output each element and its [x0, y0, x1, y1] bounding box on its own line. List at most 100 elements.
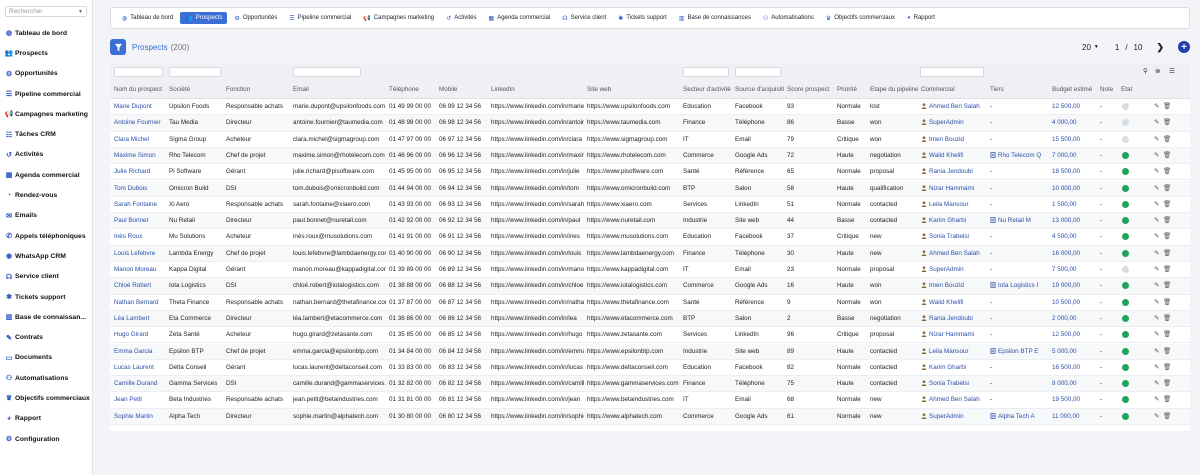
sidebar-item-6[interactable]: ↺ Activités — [0, 145, 92, 165]
tab-6[interactable]: ▦ Agenda commercial — [484, 12, 556, 24]
table-row[interactable]: Maxime Simon Rho Telecom Chef de projet max… — [110, 147, 1190, 165]
column-header-source[interactable]: Source d'acquisition — [735, 86, 784, 93]
cell-site[interactable]: https://www.gammaservices.com — [587, 380, 680, 387]
trash-icon[interactable]: 🗑 — [1163, 314, 1171, 322]
cell-linkedin[interactable]: https://www.linkedin.com/in/chloe — [491, 282, 584, 289]
table-row[interactable]: Clara Michel Sigma Group Acheteur clara.mic… — [110, 132, 1190, 148]
edit-icon[interactable]: ✎ — [1154, 281, 1159, 289]
table-row[interactable]: Julie Richard Pi Software Gérant julie.rich… — [110, 164, 1190, 181]
cell-email[interactable]: marie.dupont@upsilonfoods.com — [293, 103, 386, 110]
table-row[interactable]: Louis Lefebvre Lambda Energy Chef de proje… — [110, 245, 1190, 262]
column-header-etat[interactable]: État — [1121, 86, 1135, 93]
sidebar-item-14[interactable]: ▥ Base de connaissan... — [0, 307, 92, 327]
clear-filter-icon[interactable]: ⊗ — [1155, 67, 1160, 75]
cell-email[interactable]: maxime.simon@rhotelecom.com — [293, 152, 386, 159]
cell-email[interactable]: julie.richard@pisoftware.com — [293, 168, 386, 175]
cell-email[interactable]: manon.moreau@kappadigital.com — [293, 266, 386, 273]
column-header-etape[interactable]: Étape du pipeline — [870, 86, 918, 93]
edit-icon[interactable]: ✎ — [1154, 314, 1159, 322]
cell-linkedin[interactable]: https://www.linkedin.com/in/jean — [491, 396, 584, 403]
cell-linkedin[interactable]: https://www.linkedin.com/in/clara — [491, 136, 584, 143]
next-page-icon[interactable]: ❯ — [1156, 42, 1164, 53]
list-view-icon[interactable]: ☰ — [1169, 67, 1175, 75]
trash-icon[interactable]: 🗑 — [1163, 298, 1171, 306]
cell-email[interactable]: hugo.girard@zetasante.com — [293, 331, 386, 338]
table-row[interactable]: Antoine Fournier Tau Media Directeur antoin… — [110, 115, 1190, 132]
tab-11[interactable]: ♛ Objectifs commerciaux — [821, 12, 900, 24]
cell-nom[interactable]: Jean Petit — [114, 396, 166, 403]
cell-linkedin[interactable]: https://www.linkedin.com/in/lea — [491, 315, 584, 322]
tiers-name[interactable]: Nu Retail M — [998, 217, 1031, 224]
cell-email[interactable]: clara.michel@sigmagroup.com — [293, 136, 386, 143]
sidebar-item-8[interactable]: ◔ Rendez-vous — [0, 185, 92, 205]
column-header-tel[interactable]: Téléphone — [389, 86, 437, 93]
cell-nom[interactable]: Julie Richard — [114, 168, 166, 175]
column-header-fonction[interactable]: Fonction — [226, 86, 290, 93]
cell-site[interactable]: https://www.betaindustries.com — [587, 396, 680, 403]
trash-icon[interactable]: 🗑 — [1163, 216, 1171, 224]
trash-icon[interactable]: 🗑 — [1163, 379, 1171, 387]
table-row[interactable]: Paul Bonnet Nu Retail Directeur paul.bonnet… — [110, 213, 1190, 230]
cell-email[interactable]: emma.garcia@epsilonbtp.com — [293, 348, 386, 355]
cell-email[interactable]: inès.roux@musolutions.com — [293, 233, 386, 240]
table-row[interactable]: Nathan Bernard Theta Finance Responsable a… — [110, 295, 1190, 311]
edit-icon[interactable]: ✎ — [1154, 118, 1159, 126]
trash-icon[interactable]: 🗑 — [1163, 232, 1171, 240]
tab-12[interactable]: ◕ Rapport — [902, 12, 940, 24]
trash-icon[interactable]: 🗑 — [1163, 249, 1171, 257]
cell-email[interactable]: camille.durand@gammaservices.com — [293, 380, 386, 387]
edit-icon[interactable]: ✎ — [1154, 184, 1159, 192]
trash-icon[interactable]: 🗑 — [1163, 363, 1171, 371]
filter-input-commercial[interactable] — [920, 67, 984, 77]
table-row[interactable]: Tom Dubois Omicron Build DSI tom.dubois@omi… — [110, 180, 1190, 197]
cell-linkedin[interactable]: https://www.linkedin.com/in/louis — [491, 250, 584, 257]
edit-icon[interactable]: ✎ — [1154, 102, 1159, 110]
cell-site[interactable]: https://www.lambdaenergy.com — [587, 250, 680, 257]
trash-icon[interactable]: 🗑 — [1163, 102, 1171, 110]
trash-icon[interactable]: 🗑 — [1163, 395, 1171, 403]
cell-email[interactable]: sarah.fontaine@xiaero.com — [293, 201, 386, 208]
cell-email[interactable]: chloé.robert@iotalogistics.com — [293, 282, 386, 289]
cell-linkedin[interactable]: https://www.linkedin.com/in/emma — [491, 348, 584, 355]
trash-icon[interactable]: 🗑 — [1163, 184, 1171, 192]
table-row[interactable]: Manon Moreau Kappa Digital Gérant manon.mor… — [110, 262, 1190, 279]
trash-icon[interactable]: 🗑 — [1163, 118, 1171, 126]
edit-icon[interactable]: ✎ — [1154, 347, 1159, 355]
table-row[interactable]: Sophie Martin Alpha Tech Directeur sophie.m… — [110, 408, 1190, 425]
sidebar-item-17[interactable]: ⚇ Automatisations — [0, 368, 92, 388]
cell-site[interactable]: https://www.kappadigital.com — [587, 266, 680, 273]
cell-linkedin[interactable]: https://www.linkedin.com/in/sophie — [491, 413, 584, 420]
sidebar-item-11[interactable]: ◉ WhatsApp CRM — [0, 246, 92, 266]
cell-nom[interactable]: Marie Dupont — [114, 103, 166, 110]
search-icon[interactable]: ⚲ — [1143, 67, 1148, 75]
column-header-linkedin[interactable]: LinkedIn — [491, 86, 584, 93]
cell-site[interactable]: https://www.omicronbuild.com — [587, 185, 680, 192]
cell-nom[interactable]: Emma Garcia — [114, 348, 166, 355]
cell-nom[interactable]: Louis Lefebvre — [114, 250, 166, 257]
cell-site[interactable]: https://www.iotalogistics.com — [587, 282, 680, 289]
trash-icon[interactable]: 🗑 — [1163, 151, 1171, 159]
edit-icon[interactable]: ✎ — [1154, 135, 1159, 143]
cell-site[interactable]: https://www.taumedia.com — [587, 119, 680, 126]
cell-nom[interactable]: Paul Bonnet — [114, 217, 166, 224]
sidebar-item-4[interactable]: 📢 Campagnes marketing — [0, 104, 92, 124]
cell-linkedin[interactable]: https://www.linkedin.com/in/maxime — [491, 152, 584, 159]
cell-email[interactable]: antoine.fournier@taumedia.com — [293, 119, 386, 126]
tiers-name[interactable]: Rho Telecom Q — [998, 152, 1041, 159]
table-row[interactable]: Chloé Robert Iota Logistics DSI chloé.rober… — [110, 278, 1190, 295]
column-header-secteur[interactable]: Secteur d'activité — [683, 86, 732, 93]
cell-email[interactable]: louis.lefebvre@lambdaenergy.com — [293, 250, 386, 257]
edit-icon[interactable]: ✎ — [1154, 216, 1159, 224]
trash-icon[interactable]: 🗑 — [1163, 347, 1171, 355]
sidebar-item-15[interactable]: ✎ Contrats — [0, 327, 92, 347]
cell-email[interactable]: lucas.laurent@deltaconseil.com — [293, 364, 386, 371]
cell-email[interactable]: tom.dubois@omicronbuild.com — [293, 185, 386, 192]
cell-linkedin[interactable]: https://www.linkedin.com/in/camille — [491, 380, 584, 387]
column-header-site[interactable]: Site web — [587, 86, 680, 93]
tiers-name[interactable]: Epsilon BTP E — [998, 348, 1038, 355]
tab-7[interactable]: ☊ Service client — [557, 12, 611, 24]
cell-site[interactable]: https://www.epsilonbtp.com — [587, 348, 680, 355]
tab-9[interactable]: ▥ Base de connaissances — [674, 12, 756, 24]
tab-10[interactable]: ⚇ Automatisations — [758, 12, 819, 24]
tiers-name[interactable]: Alpha Tech A — [998, 413, 1035, 420]
